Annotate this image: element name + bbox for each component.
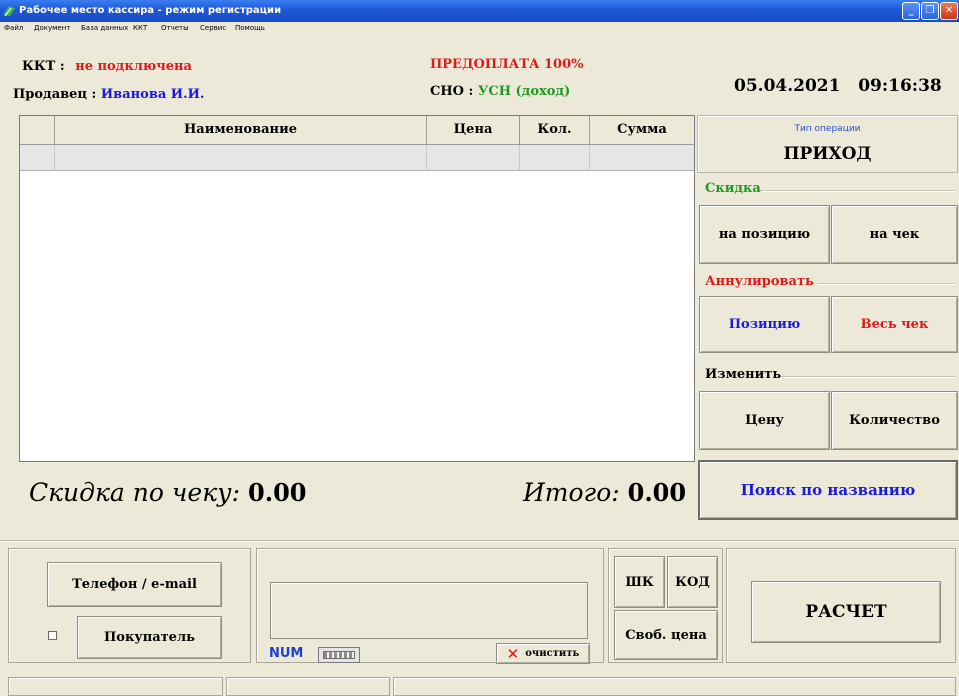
phone-email-button[interactable]: Телефон / e-mail <box>47 562 222 607</box>
search-by-name-button[interactable]: Поиск по названию <box>698 460 958 520</box>
table-row[interactable] <box>520 145 590 171</box>
kkt-label-text: ККТ : <box>22 59 65 74</box>
group-divider <box>759 190 955 192</box>
change-price-button[interactable]: Цену <box>699 391 830 450</box>
kkt-status: не подключена <box>75 59 192 74</box>
clear-label: очистить <box>525 648 580 659</box>
num-indicator: NUM <box>269 646 303 661</box>
buyer-checkbox[interactable] <box>48 631 57 640</box>
seller-label-text: Продавец : <box>13 87 97 102</box>
change-group-label: Изменить <box>705 367 782 382</box>
menu-bar: Файл Документ База данных ККТ Отчеты Сер… <box>0 22 959 34</box>
minimize-icon[interactable]: _ <box>902 2 920 20</box>
discount-group-label: Скидка <box>705 181 761 196</box>
sno-label: СНО : УСН (доход) <box>430 84 570 99</box>
keyboard-icon[interactable] <box>318 647 360 663</box>
buyer-button[interactable]: Покупатель <box>77 616 222 659</box>
column-header-index[interactable] <box>20 116 55 145</box>
column-header-qty[interactable]: Кол. <box>520 116 590 145</box>
kkt-label: ККТ : не подключена <box>22 59 192 74</box>
num-label: NUM <box>269 646 304 661</box>
code-button[interactable]: КОД <box>667 556 718 608</box>
cancel-check-button[interactable]: Весь чек <box>831 296 958 353</box>
grand-total: Итого: 0.00 <box>523 478 686 507</box>
seller-label: Продавец : Иванова И.И. <box>13 87 204 102</box>
items-table[interactable]: Наименование Цена Кол. Сумма <box>19 115 695 462</box>
discount-item-button[interactable]: на позицию <box>699 205 830 264</box>
operation-type-value: ПРИХОД <box>783 144 872 164</box>
menu-kkt[interactable]: ККТ <box>133 22 147 34</box>
close-icon[interactable]: ✕ <box>940 2 958 20</box>
menu-file[interactable]: Файл <box>4 22 23 34</box>
table-row[interactable] <box>427 145 520 171</box>
discount-total-label: Скидка по чеку: <box>29 478 241 507</box>
pay-button[interactable]: РАСЧЕТ <box>751 581 941 643</box>
sno-value: УСН (доход) <box>477 84 571 99</box>
maximize-icon[interactable]: ❐ <box>921 2 939 20</box>
app-icon <box>3 6 15 17</box>
column-header-sum[interactable]: Сумма <box>590 116 694 145</box>
clear-x-icon: ✕ <box>506 644 520 663</box>
discount-total-value: 0.00 <box>248 478 307 507</box>
free-price-button[interactable]: Своб. цена <box>614 610 718 660</box>
status-segment <box>8 677 223 696</box>
column-header-price[interactable]: Цена <box>427 116 520 145</box>
menu-reports[interactable]: Отчеты <box>161 22 189 34</box>
bottom-separator <box>0 540 959 542</box>
status-segment <box>226 677 390 696</box>
group-divider <box>782 376 955 378</box>
window-title: Рабочее место кассира - режим регистраци… <box>19 5 282 16</box>
menu-service[interactable]: Сервис <box>200 22 226 34</box>
sno-label-text: СНО : <box>430 84 474 99</box>
change-qty-button[interactable]: Количество <box>831 391 958 450</box>
discount-check-button[interactable]: на чек <box>831 205 958 264</box>
status-segment <box>393 677 956 696</box>
menu-document[interactable]: Документ <box>34 22 70 34</box>
clear-button[interactable]: ✕ очистить <box>496 643 590 664</box>
cancel-group-label: Аннулировать <box>705 274 814 289</box>
seller-name: Иванова И.И. <box>100 87 205 102</box>
table-row[interactable] <box>55 145 427 171</box>
table-row[interactable] <box>590 145 694 171</box>
prepay-label: ПРЕДОПЛАТА 100% <box>430 57 584 72</box>
grand-total-label: Итого: <box>523 478 620 507</box>
column-header-name[interactable]: Наименование <box>55 116 427 145</box>
operation-type-label: Тип операции <box>794 124 861 134</box>
grand-total-value: 0.00 <box>627 478 687 507</box>
menu-help[interactable]: Помощь <box>235 22 265 34</box>
table-row[interactable] <box>20 145 55 171</box>
keyboard-keys <box>323 651 355 659</box>
group-divider <box>818 283 955 285</box>
operation-type-box[interactable]: Тип операции ПРИХОД <box>697 115 958 173</box>
title-bar[interactable]: Рабочее место кассира - режим регистраци… <box>0 0 959 22</box>
cancel-item-button[interactable]: Позицию <box>699 296 830 353</box>
code-input[interactable] <box>270 582 588 639</box>
menu-database[interactable]: База данных <box>81 22 128 34</box>
discount-total: Скидка по чеку: 0.00 <box>29 478 307 507</box>
datetime: 05.04.2021 09:16:38 <box>734 76 942 96</box>
barcode-button[interactable]: ШК <box>614 556 665 608</box>
